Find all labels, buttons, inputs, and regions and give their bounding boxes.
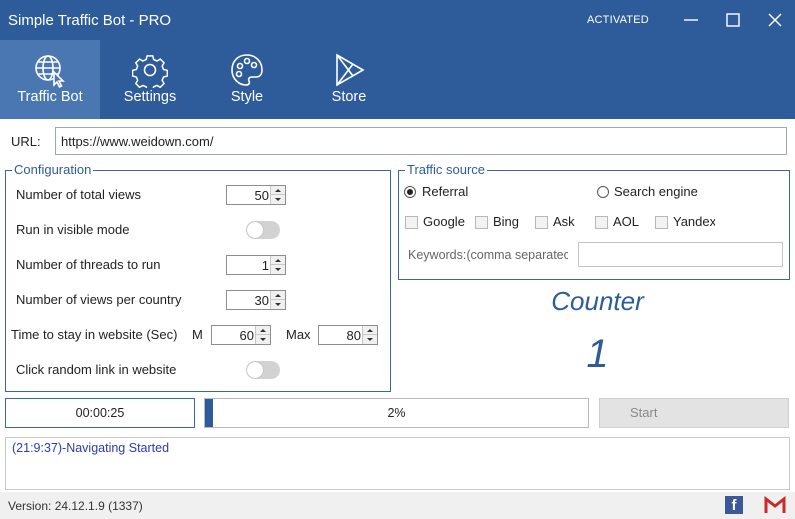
decrement-button[interactable]	[271, 265, 285, 274]
nav-bar: Traffic Bot Settings Style Store	[0, 40, 795, 119]
maximize-button[interactable]	[723, 10, 743, 30]
yandex-checkbox[interactable]	[655, 216, 668, 229]
url-label: URL:	[11, 134, 41, 149]
ask-label: Ask	[553, 214, 575, 229]
caret-up-icon	[260, 329, 266, 332]
increment-button[interactable]	[271, 186, 285, 195]
ask-checkbox[interactable]	[535, 216, 548, 229]
title-bar: Simple Traffic Bot - PRO ACTIVATED	[0, 0, 795, 40]
tab-label: Traffic Bot	[17, 89, 83, 105]
total-views-stepper[interactable]: 50	[226, 185, 286, 205]
close-icon	[768, 13, 782, 27]
tab-settings[interactable]: Settings	[100, 40, 200, 119]
increment-button[interactable]	[363, 326, 377, 335]
minimize-button[interactable]	[681, 10, 701, 30]
bing-checkbox[interactable]	[475, 216, 488, 229]
increment-button[interactable]	[271, 256, 285, 265]
caret-up-icon	[275, 294, 281, 297]
stay-max-label: Max	[286, 327, 311, 342]
configuration-group: Configuration	[5, 162, 391, 392]
referral-label: Referral	[422, 184, 469, 199]
views-per-country-stepper[interactable]: 30	[226, 290, 286, 310]
caret-down-icon	[367, 338, 373, 341]
caret-down-icon	[260, 338, 266, 341]
aol-label: AOL	[613, 214, 640, 229]
decrement-button[interactable]	[271, 300, 285, 309]
keywords-input[interactable]	[578, 242, 783, 267]
globe-cursor-icon	[35, 55, 65, 88]
caret-up-icon	[275, 189, 281, 192]
total-views-label: Number of total views	[16, 187, 141, 202]
stay-min-stepper[interactable]: 60	[211, 325, 271, 345]
caret-up-icon	[275, 259, 281, 262]
increment-button[interactable]	[256, 326, 270, 335]
tab-label: Store	[331, 89, 367, 105]
keywords-label: Keywords:(comma separatec	[408, 248, 568, 262]
traffic-source-title: Traffic source	[405, 162, 488, 178]
tab-traffic-bot[interactable]: Traffic Bot	[0, 40, 100, 119]
increment-button[interactable]	[271, 291, 285, 300]
decrement-button[interactable]	[256, 335, 270, 344]
stay-time-label: Time to stay in website (Sec)	[11, 327, 178, 342]
yandex-label: Yandeх	[673, 214, 715, 229]
progress-text: 2%	[387, 406, 406, 420]
status-bar: Version: 24.12.1.9 (1337)	[0, 492, 795, 519]
window-title: Simple Traffic Bot - PRO	[8, 12, 172, 29]
configuration-title: Configuration	[12, 162, 94, 178]
threads-label: Number of threads to run	[16, 257, 161, 272]
tab-label: Settings	[123, 89, 177, 105]
gear-icon	[132, 55, 168, 88]
close-button[interactable]	[765, 10, 785, 30]
tab-store[interactable]: Store	[299, 40, 399, 119]
activation-status: ACTIVATED	[587, 14, 649, 26]
random-link-label: Click random link in website	[16, 362, 177, 377]
facebook-icon[interactable]: f	[725, 496, 743, 514]
decrement-button[interactable]	[363, 335, 377, 344]
counter-title: Counter	[551, 286, 644, 316]
google-checkbox[interactable]	[405, 216, 418, 229]
start-button[interactable]: Start	[599, 398, 789, 428]
caret-down-icon	[275, 303, 281, 306]
random-link-toggle[interactable]	[246, 361, 280, 379]
caret-up-icon	[367, 329, 373, 332]
log-panel: (21:9:37)-Navigating Started	[5, 437, 790, 490]
visible-mode-toggle[interactable]	[246, 221, 280, 239]
progress-bar: 2%	[204, 398, 589, 428]
minimize-icon	[684, 19, 698, 21]
threads-stepper[interactable]: 1	[226, 255, 286, 275]
aol-checkbox[interactable]	[595, 216, 608, 229]
tab-label: Style	[230, 89, 264, 105]
bing-label: Bing	[493, 214, 520, 229]
tab-style[interactable]: Style	[197, 40, 297, 119]
play-store-icon	[336, 53, 365, 87]
search-engine-label: Search engine	[614, 184, 698, 199]
version-text: Version: 24.12.1.9 (1337)	[8, 499, 143, 513]
stay-max-value: 80	[346, 328, 361, 343]
total-views-value: 50	[254, 188, 269, 203]
referral-radio[interactable]	[404, 186, 416, 198]
views-per-country-value: 30	[254, 293, 269, 308]
google-label: Google	[423, 214, 465, 229]
counter-value: 1	[586, 332, 609, 376]
threads-value: 1	[261, 258, 269, 273]
palette-icon	[231, 54, 263, 86]
url-input[interactable]	[55, 127, 787, 155]
views-per-country-label: Number of views per country	[16, 292, 182, 307]
caret-down-icon	[275, 198, 281, 201]
stay-max-stepper[interactable]: 80	[318, 325, 378, 345]
gmail-glyph	[764, 496, 786, 513]
elapsed-timer: 00:00:25	[5, 398, 195, 428]
maximize-icon	[726, 13, 740, 27]
caret-down-icon	[275, 268, 281, 271]
log-line: (21:9:37)-Navigating Started	[12, 441, 170, 455]
visible-mode-label: Run in visible mode	[16, 222, 130, 237]
decrement-button[interactable]	[271, 195, 285, 204]
search-engine-radio[interactable]	[597, 186, 609, 198]
gmail-icon[interactable]	[764, 496, 786, 514]
stay-min-value: 60	[239, 328, 254, 343]
stay-min-label: M	[192, 327, 202, 342]
